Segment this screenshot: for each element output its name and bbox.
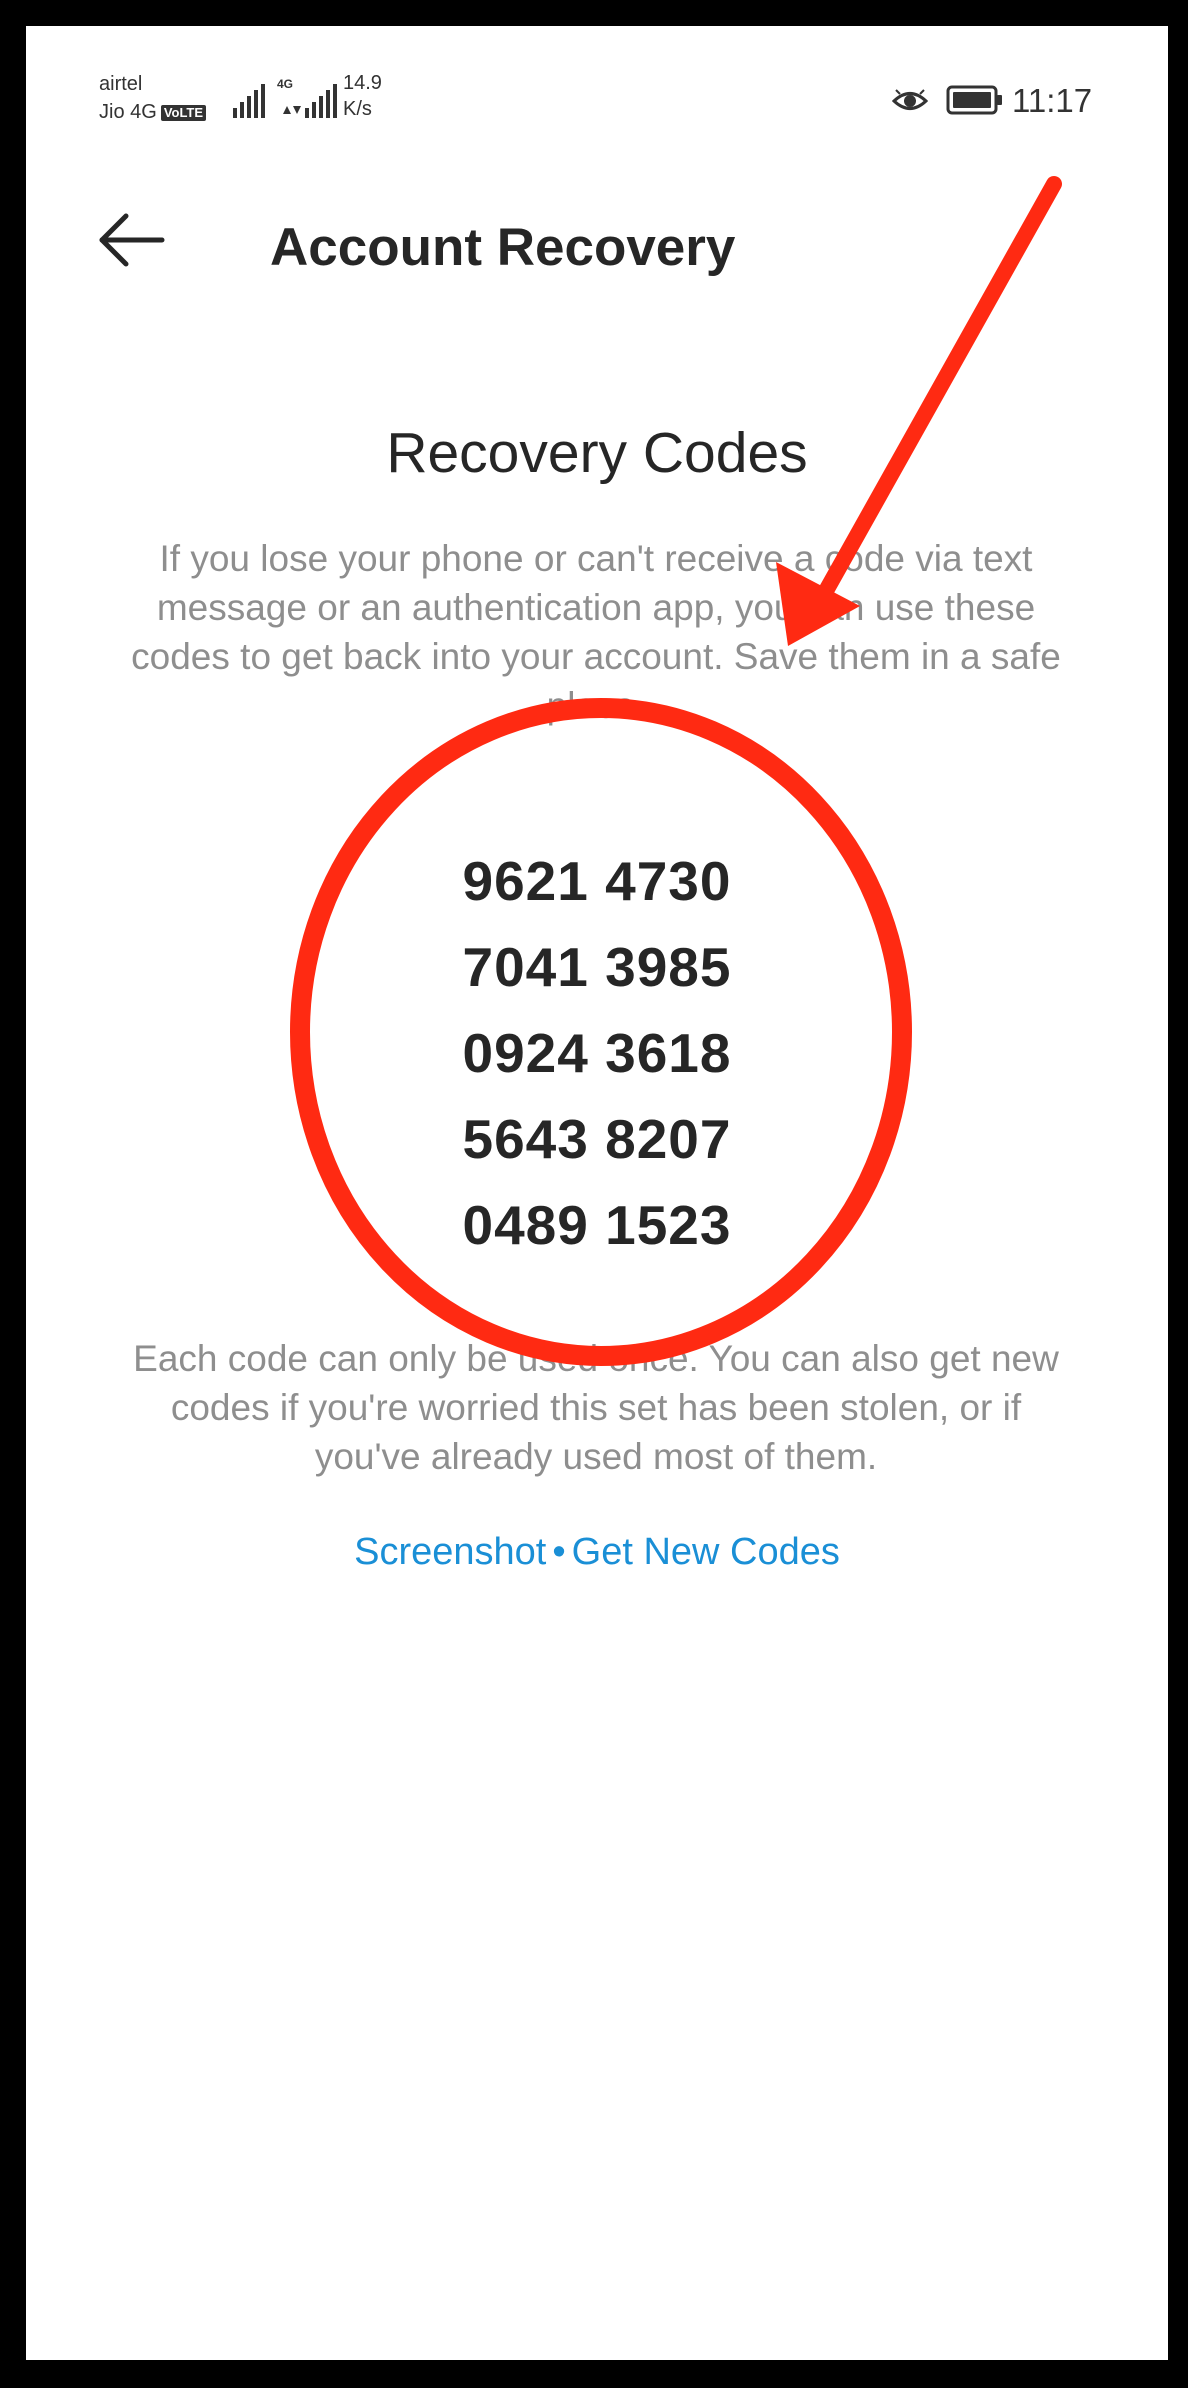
- link-separator: •: [552, 1531, 566, 1573]
- signal-icon: [233, 84, 265, 118]
- eye-icon: [892, 89, 928, 110]
- battery-icon: [946, 85, 1002, 115]
- volte-badge: VoLTE: [160, 105, 207, 121]
- recovery-codes-list: 9621 4730 7041 3985 0924 3618 5643 8207 …: [26, 838, 1168, 1268]
- clock: 11:17: [1012, 82, 1093, 119]
- carrier-2-row: Jio 4G VoLTE: [99, 98, 207, 126]
- footer-text: Each code can only be used once. You can…: [133, 1338, 1059, 1477]
- network-speed-unit: K/s: [343, 98, 372, 120]
- recovery-code: 0924 3618: [462, 1022, 732, 1084]
- recovery-code: 5643 8207: [462, 1108, 732, 1170]
- screenshot-link[interactable]: Screenshot: [354, 1531, 546, 1573]
- get-new-codes-link[interactable]: Get New Codes: [572, 1531, 840, 1573]
- action-links: Screenshot • Get New Codes: [26, 1526, 1168, 1578]
- section-heading: Recovery Codes: [386, 421, 808, 485]
- phone-screen: airtel Jio 4G VoLTE 4G 14.9 K/s 11:17 Ac…: [26, 26, 1168, 2360]
- recovery-code: 9621 4730: [462, 850, 732, 912]
- page-title: Account Recovery: [270, 218, 736, 277]
- network-speed: 14.9 K/s: [343, 70, 382, 122]
- arrow-left-icon[interactable]: [96, 208, 166, 272]
- status-bar: airtel Jio 4G VoLTE 4G 14.9 K/s 11:17: [26, 26, 1168, 176]
- carrier-1-label: airtel: [99, 73, 143, 95]
- recovery-code: 7041 3985: [462, 936, 732, 998]
- signal-icon: [283, 84, 337, 118]
- recovery-code: 0489 1523: [462, 1194, 732, 1256]
- network-speed-value: 14.9: [343, 72, 382, 94]
- carrier-info: airtel Jio 4G VoLTE: [99, 70, 207, 126]
- carrier-2-label: Jio 4G: [99, 101, 157, 123]
- intro-text: If you lose your phone or can't receive …: [131, 538, 1061, 726]
